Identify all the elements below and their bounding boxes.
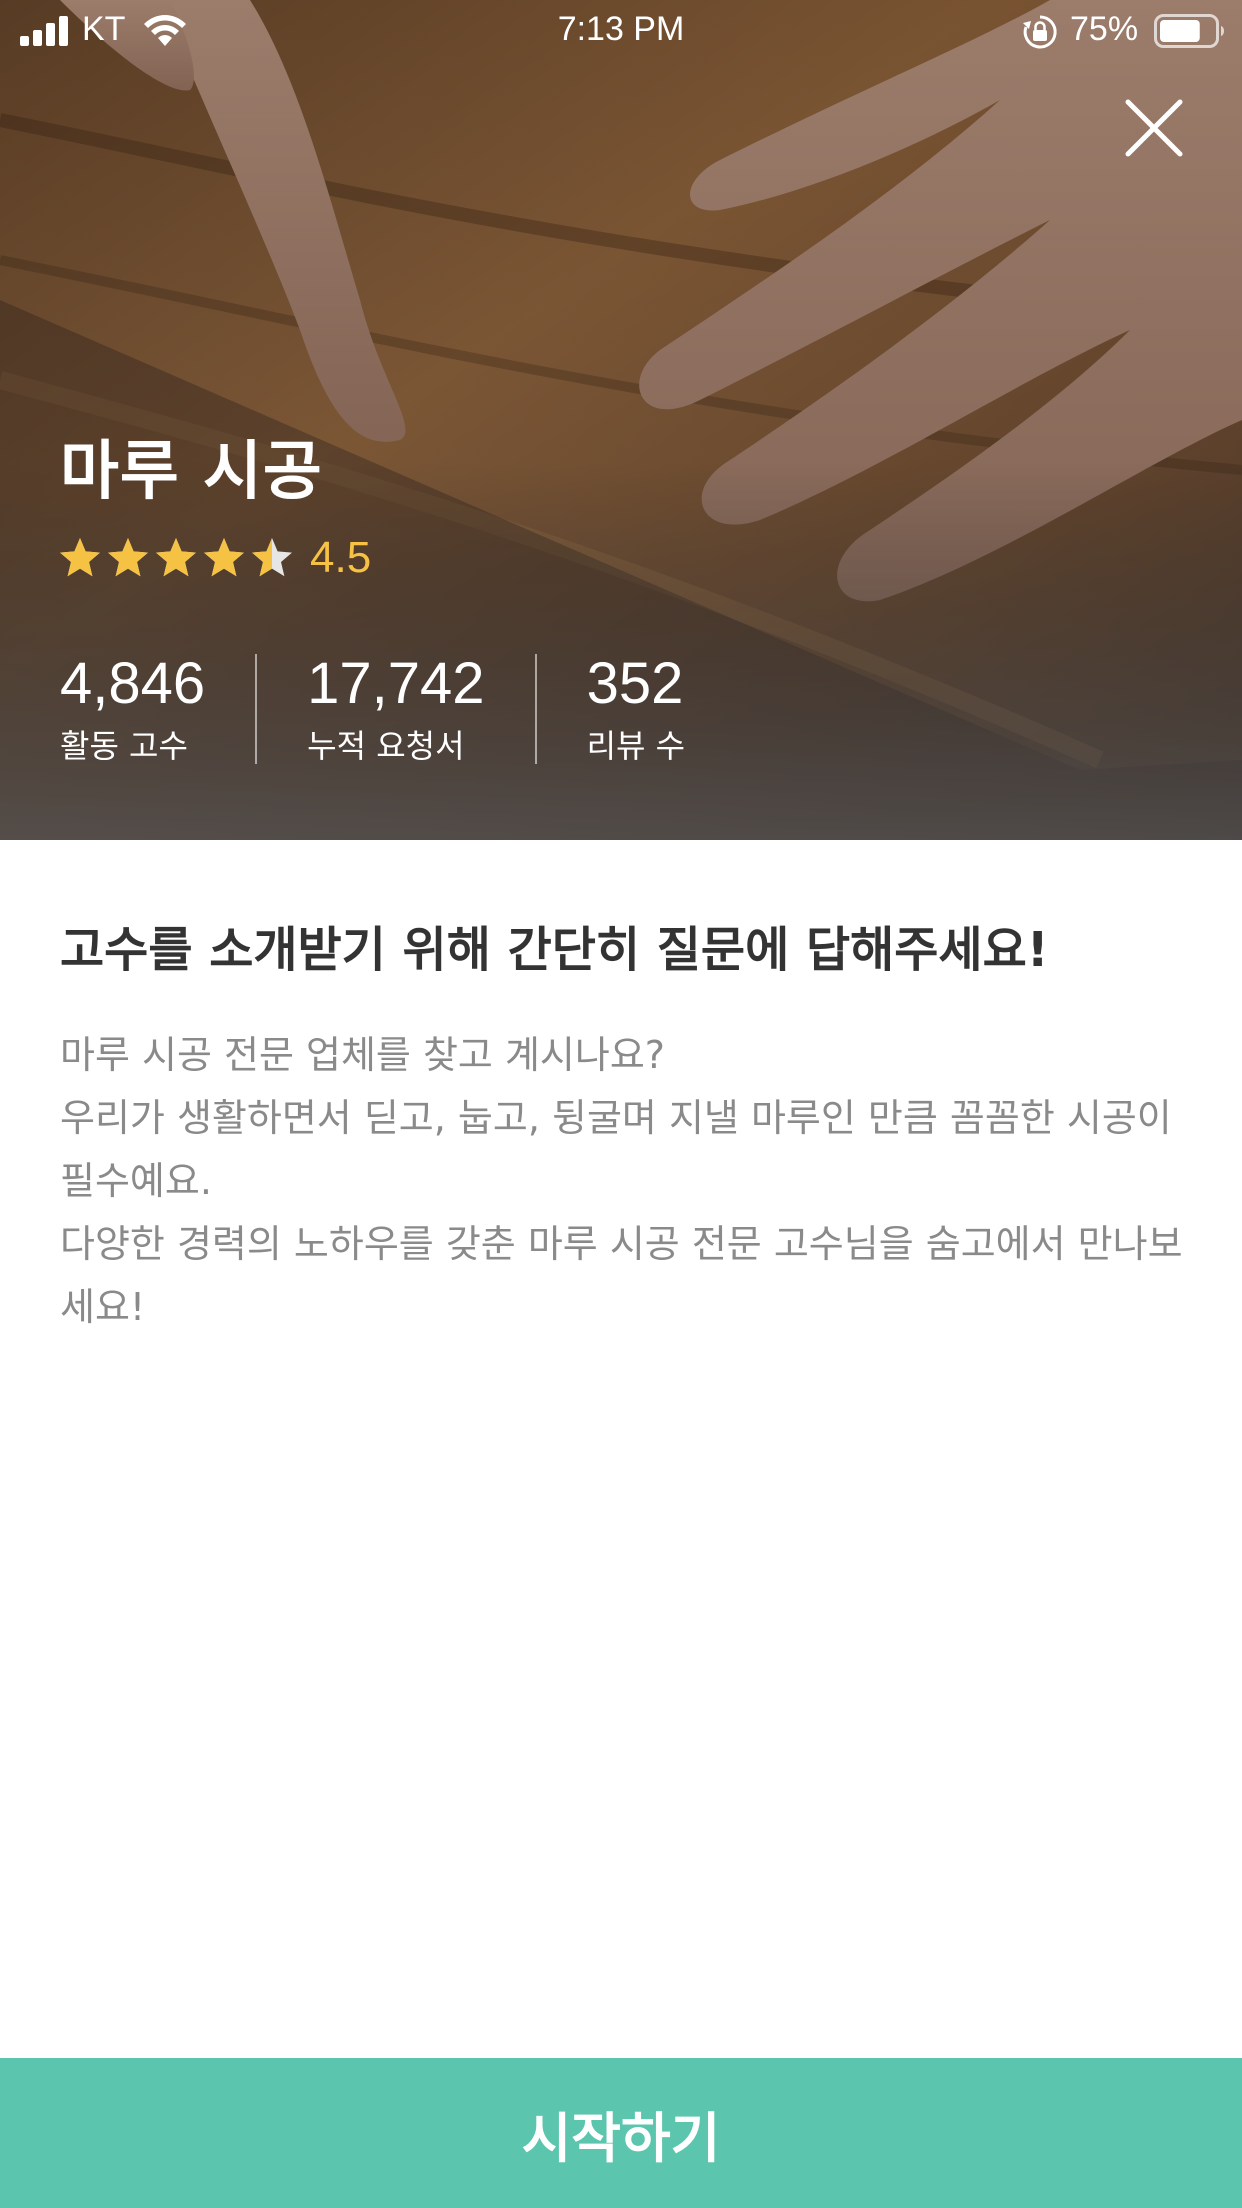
description-line: 마루 시공 전문 업체를 찾고 계시나요?	[60, 1033, 665, 1077]
stat-label: 누적 요청서	[307, 727, 465, 765]
description-line: 우리가 생활하면서 딛고, 눕고, 뒹굴며 지낼 마루인 만큼 꼼꼼한 시공이 …	[60, 1096, 1172, 1203]
rating-value: 4.5	[310, 533, 372, 582]
star-full-icon	[60, 538, 100, 577]
stat-divider	[534, 654, 537, 764]
stat-value: 352	[586, 651, 684, 716]
close-button[interactable]	[1120, 94, 1188, 162]
stat-label: 리뷰 수	[586, 727, 686, 765]
intro-description: 마루 시공 전문 업체를 찾고 계시나요? 우리가 생활하면서 딛고, 눕고, …	[60, 1024, 1190, 1339]
rotation-lock-icon	[1023, 15, 1057, 49]
intro-headline: 고수를 소개받기 위해 간단히 질문에 답해주세요!	[60, 922, 1049, 978]
stat-divider	[255, 654, 258, 764]
stat-value: 4,846	[60, 651, 206, 716]
description-line: 다양한 경력의 노하우를 갖춘 마루 시공 전문 고수님을 숨고에서 만나보세요…	[60, 1222, 1183, 1329]
stat-active-pros: 4,846 활동 고수	[60, 648, 205, 768]
stat-label: 활동 고수	[60, 727, 188, 765]
star-full-icon	[108, 538, 148, 577]
hero-banner: KT 7:13 PM 75% 마루 시공 4.5 4,846 활동 고수 17,…	[0, 0, 1242, 840]
star-full-icon	[204, 538, 244, 577]
battery-percent: 75%	[1070, 10, 1139, 48]
stat-value: 17,742	[307, 651, 485, 716]
rating-stars	[58, 536, 298, 580]
status-bar: KT 7:13 PM 75%	[0, 0, 1242, 64]
close-icon	[1125, 99, 1183, 157]
stat-reviews: 352 리뷰 수	[587, 648, 686, 768]
stat-total-requests: 17,742 누적 요청서	[307, 648, 484, 768]
stats-row: 4,846 활동 고수 17,742 누적 요청서 352 리뷰 수	[60, 648, 685, 768]
service-title: 마루 시공	[60, 435, 323, 509]
rating: 4.5	[58, 530, 371, 586]
star-half-icon	[252, 538, 292, 577]
battery-icon	[1154, 14, 1224, 48]
start-button[interactable]: 시작하기	[0, 2058, 1242, 2208]
star-full-icon	[156, 538, 196, 577]
